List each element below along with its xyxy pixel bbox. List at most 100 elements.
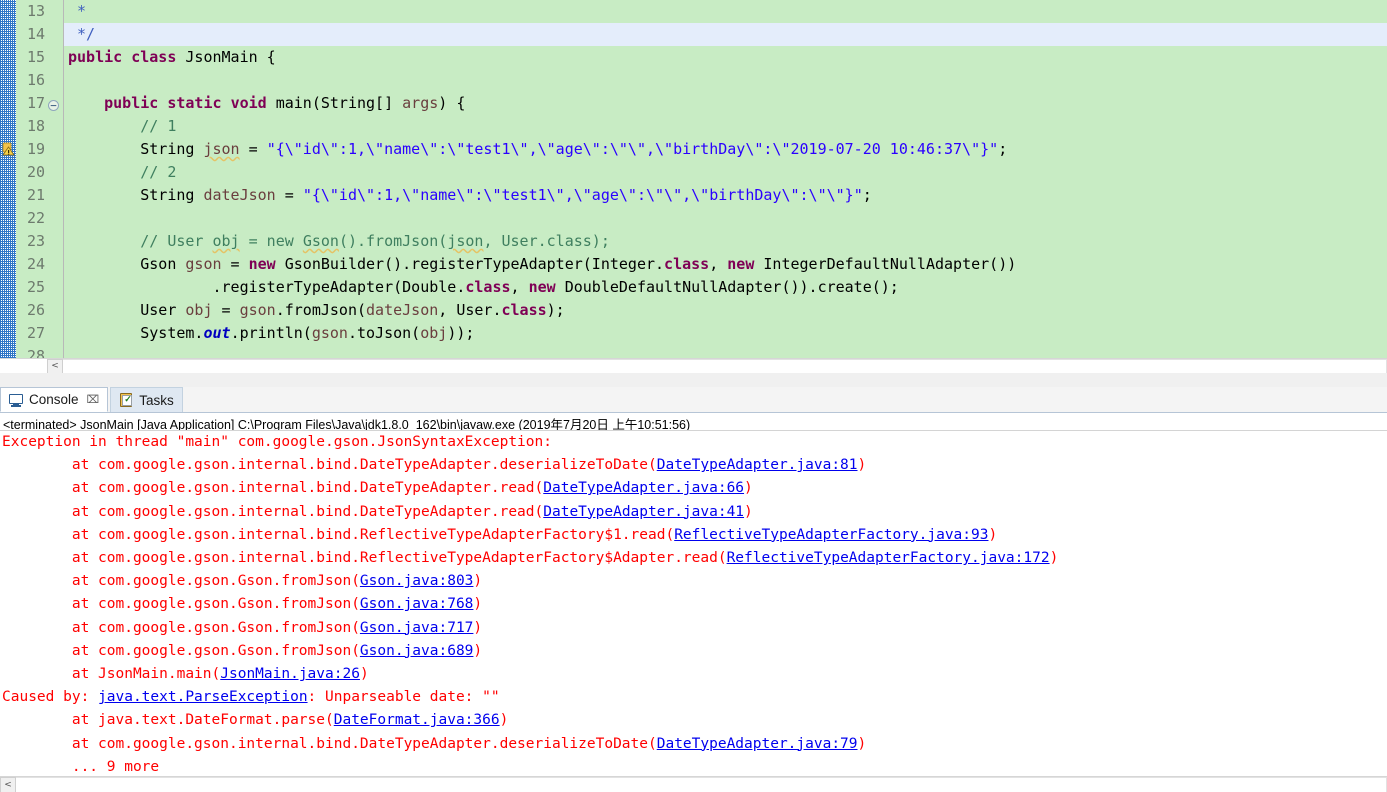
tab-tasks-label: Tasks bbox=[139, 392, 174, 408]
code-token: class bbox=[131, 48, 177, 66]
tab-tasks[interactable]: ✓ Tasks bbox=[110, 387, 183, 412]
stack-trace-link[interactable]: DateTypeAdapter.java:81 bbox=[657, 457, 858, 473]
launch-configuration-header: <terminated> JsonMain [Java Application]… bbox=[0, 413, 1387, 431]
code-line[interactable] bbox=[68, 69, 1387, 92]
stack-trace-link[interactable]: java.text.ParseException bbox=[98, 689, 308, 705]
code-token: .registerTypeAdapter(Double. bbox=[68, 278, 466, 296]
console-scroll-track[interactable] bbox=[16, 776, 1387, 792]
code-token: gson bbox=[239, 301, 276, 319]
scrollbar-left-pad bbox=[0, 358, 47, 373]
code-line[interactable] bbox=[68, 207, 1387, 230]
code-line[interactable]: User obj = gson.fromJson(dateJson, User.… bbox=[68, 299, 1387, 322]
stack-trace-link[interactable]: ReflectiveTypeAdapterFactory.java:172 bbox=[727, 550, 1050, 566]
console-text: ) bbox=[473, 596, 483, 613]
code-token: Gson bbox=[302, 232, 339, 250]
line-number: 14 bbox=[26, 25, 45, 43]
editor-body: 13 14 15 16 17 18 19 20 21 22 23 24 25 26 27 28 * */pub… bbox=[0, 0, 1387, 365]
scroll-track[interactable] bbox=[63, 358, 1387, 373]
code-token: public bbox=[68, 48, 123, 66]
console-scroll-left-arrow-icon[interactable]: < bbox=[0, 776, 16, 792]
stack-trace-link[interactable]: DateTypeAdapter.java:79 bbox=[657, 736, 858, 752]
code-line[interactable] bbox=[68, 345, 1387, 358]
code-line[interactable]: System.out.println(gson.toJson(obj)); bbox=[68, 322, 1387, 345]
scroll-left-arrow-icon[interactable]: < bbox=[47, 358, 63, 373]
code-token: dateJson bbox=[366, 301, 439, 319]
stack-trace-link[interactable]: DateTypeAdapter.java:41 bbox=[543, 504, 744, 520]
code-line[interactable]: String dateJson = "{\"id\":1,\"name\":\"… bbox=[68, 184, 1387, 207]
code-token: .fromJson( bbox=[275, 301, 367, 319]
code-line[interactable]: * bbox=[68, 0, 1387, 23]
code-token: IntegerDefaultNullAdapter()) bbox=[754, 255, 1017, 273]
java-source-editor[interactable]: 13 14 15 16 17 18 19 20 21 22 23 24 25 26 27 28 * */pub… bbox=[0, 0, 1387, 373]
code-token: ) { bbox=[438, 94, 466, 112]
code-line[interactable]: public static void main(String[] args) { bbox=[68, 92, 1387, 115]
line-number: 20 bbox=[26, 163, 45, 181]
console-text: ) bbox=[857, 457, 867, 474]
console-line: ... 9 more bbox=[2, 756, 1387, 773]
code-token: .println( bbox=[230, 324, 312, 342]
stack-trace-link[interactable]: Gson.java:803 bbox=[360, 573, 474, 589]
code-token: = bbox=[239, 140, 267, 158]
code-line[interactable]: // User obj = new Gson().fromJson(json, … bbox=[68, 230, 1387, 253]
console-line: at com.google.gson.Gson.fromJson(Gson.ja… bbox=[2, 593, 1387, 616]
code-token: class bbox=[664, 255, 710, 273]
console-text: ) bbox=[499, 712, 509, 729]
code-line[interactable]: // 2 bbox=[68, 161, 1387, 184]
editor-code-area[interactable]: * */ public class JsonMain { public stati… bbox=[64, 0, 1387, 358]
code-token: main(String[] bbox=[266, 94, 403, 112]
console-text: ) bbox=[473, 619, 483, 636]
code-token: gson bbox=[311, 324, 348, 342]
stack-trace-link[interactable]: DateFormat.java:366 bbox=[334, 712, 500, 728]
stack-trace-link[interactable]: ReflectiveTypeAdapterFactory.java:93 bbox=[674, 527, 988, 543]
code-token: , bbox=[709, 255, 728, 273]
console-tab-bar: Console ⌧ ✓ Tasks bbox=[0, 387, 1387, 413]
code-token: ); bbox=[546, 301, 565, 319]
warning-marker-icon[interactable] bbox=[1, 142, 15, 156]
editor-folding-column[interactable] bbox=[46, 0, 63, 358]
console-text: ) bbox=[1049, 550, 1059, 567]
stack-trace-link[interactable]: Gson.java:768 bbox=[360, 596, 474, 612]
code-token: json bbox=[203, 140, 240, 158]
fold-collapse-icon[interactable] bbox=[48, 98, 59, 111]
console-text: ) bbox=[857, 735, 867, 752]
line-number: 24 bbox=[26, 255, 45, 273]
code-token: // User bbox=[140, 232, 213, 250]
line-number: 25 bbox=[26, 278, 45, 296]
console-output[interactable]: Exception in thread "main" com.google.gs… bbox=[0, 431, 1387, 773]
console-line: at com.google.gson.internal.bind.DateTyp… bbox=[2, 501, 1387, 524]
code-line[interactable]: public class JsonMain { bbox=[68, 46, 1387, 69]
console-line: at com.google.gson.internal.bind.Reflect… bbox=[2, 524, 1387, 547]
stack-trace-link[interactable]: DateTypeAdapter.java:66 bbox=[543, 480, 744, 496]
editor-line-numbers: 13 14 15 16 17 18 19 20 21 22 23 24 25 26 27 28 bbox=[16, 0, 46, 365]
console-horizontal-scrollbar[interactable]: < bbox=[0, 776, 1387, 792]
code-line[interactable]: // 1 bbox=[68, 115, 1387, 138]
console-line: Caused by: java.text.ParseException: Unp… bbox=[2, 686, 1387, 709]
console-view: Console ⌧ ✓ Tasks <terminated> JsonMain … bbox=[0, 387, 1387, 792]
console-text: at com.google.gson.internal.bind.DateTyp… bbox=[2, 480, 544, 497]
code-token: User bbox=[68, 301, 186, 319]
code-token: new bbox=[727, 255, 755, 273]
console-text: at com.google.gson.Gson.fromJson( bbox=[2, 596, 360, 613]
code-token: class bbox=[501, 301, 547, 319]
code-token: static bbox=[167, 94, 222, 112]
stack-trace-link[interactable]: Gson.java:717 bbox=[360, 620, 474, 636]
code-token: DoubleDefaultNullAdapter()).create(); bbox=[555, 278, 899, 296]
editor-console-splitter[interactable] bbox=[0, 373, 1387, 387]
stack-trace-link[interactable]: Gson.java:689 bbox=[360, 643, 474, 659]
code-token: = bbox=[221, 255, 249, 273]
code-token: // 1 bbox=[140, 117, 177, 135]
annotation-ruler[interactable] bbox=[0, 0, 16, 358]
editor-horizontal-scrollbar[interactable]: < bbox=[0, 358, 1387, 373]
code-line[interactable]: .registerTypeAdapter(Double.class, new D… bbox=[68, 276, 1387, 299]
code-token: = new bbox=[239, 232, 303, 250]
code-token: ; bbox=[998, 140, 1008, 158]
code-line[interactable]: String json = "{\"id\":1,\"name\":\"test… bbox=[68, 138, 1387, 161]
tab-console[interactable]: Console ⌧ bbox=[0, 387, 109, 412]
close-icon[interactable]: ⌧ bbox=[87, 393, 100, 406]
code-line[interactable]: Gson gson = new GsonBuilder().registerTy… bbox=[68, 253, 1387, 276]
stack-trace-link[interactable]: JsonMain.java:26 bbox=[220, 666, 360, 682]
